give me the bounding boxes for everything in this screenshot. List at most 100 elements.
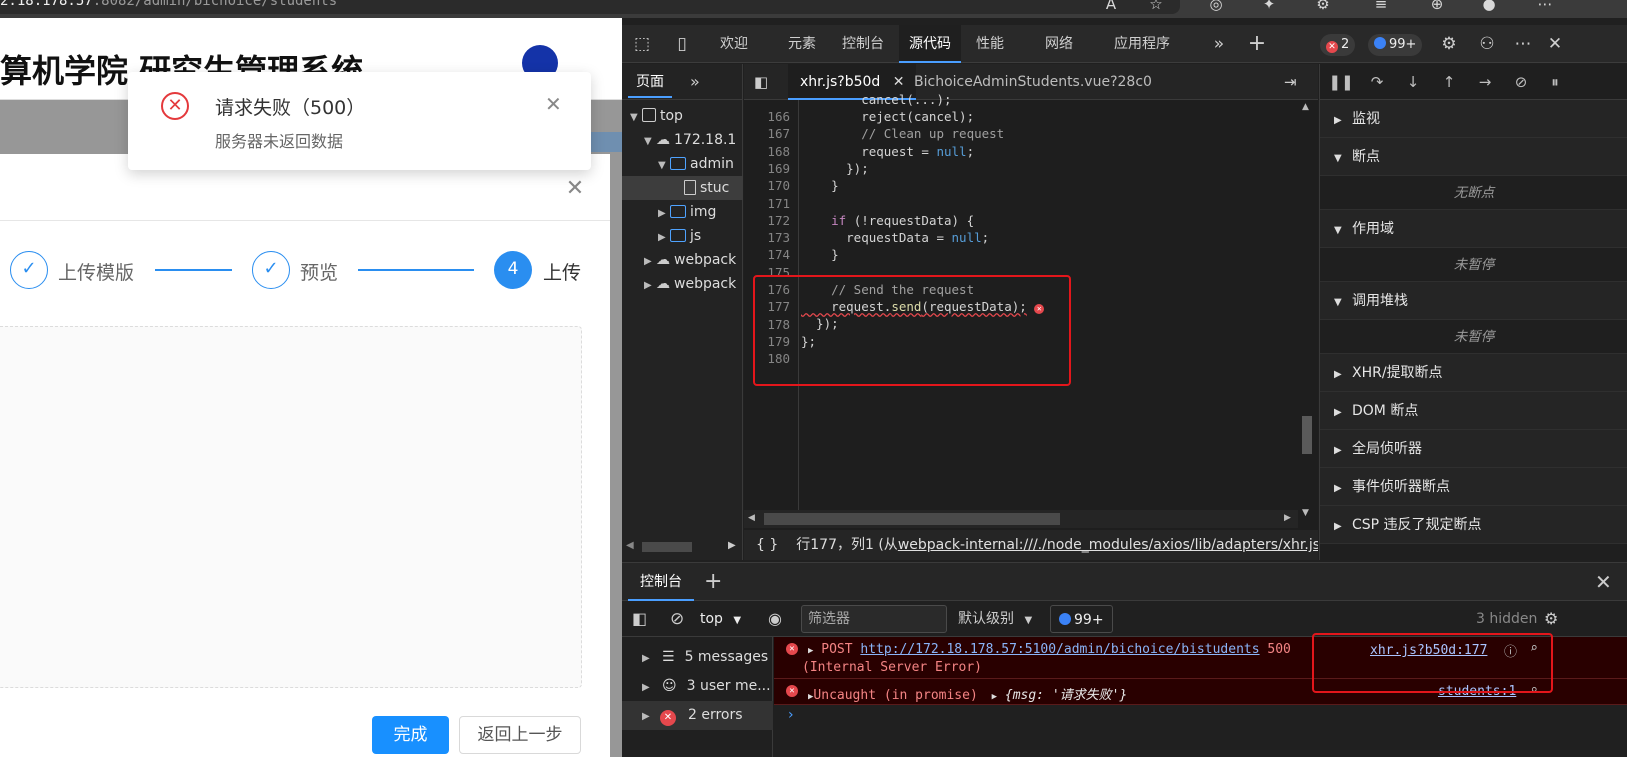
line-number[interactable]: 167 — [750, 125, 790, 142]
upload-area[interactable] — [0, 326, 582, 688]
tab-performance[interactable]: 性能 — [976, 25, 1004, 63]
scroll-down-icon[interactable]: ▼ — [1302, 508, 1309, 518]
error-object[interactable]: {msg: '请求失败'} — [1005, 688, 1127, 703]
tab-network[interactable]: 网络 — [1045, 25, 1073, 63]
scroll-up-icon[interactable]: ▲ — [1302, 102, 1309, 112]
pause-on-exceptions-icon[interactable]: ⏸ — [1542, 64, 1568, 100]
device-emulation-icon[interactable]: ▯ — [670, 25, 694, 63]
expand-icon[interactable]: ▶ — [808, 646, 813, 656]
issues-badge[interactable]: 99+ — [1050, 605, 1113, 633]
debugger-section-header[interactable]: ▶ 监视 — [1320, 100, 1627, 138]
expanded-icon[interactable]: ▼ — [644, 130, 656, 152]
step-icon[interactable]: → — [1472, 64, 1498, 100]
more-icon[interactable]: ⋯ — [1534, 0, 1556, 14]
line-number[interactable]: 166 — [750, 108, 790, 125]
tree-item[interactable]: ▶ ☁ webpack — [622, 248, 743, 272]
scroll-thumb[interactable] — [764, 513, 1060, 525]
tree-item[interactable]: ▼ ☁ 172.18.1 — [622, 128, 743, 152]
clear-console-icon[interactable]: ⊘ — [670, 607, 684, 631]
line-number[interactable]: 170 — [750, 177, 790, 194]
context-select[interactable]: top ▼ — [700, 607, 741, 631]
tree-item[interactable]: ▼ admin — [622, 152, 743, 176]
tab-welcome[interactable]: 欢迎 — [720, 25, 748, 63]
collapsed-icon[interactable]: ▶ — [658, 226, 670, 248]
tab-elements[interactable]: 元素 — [788, 25, 816, 63]
extension-icon[interactable]: ◎ — [1205, 0, 1227, 14]
extension-icon-2[interactable]: ✦ — [1258, 0, 1280, 14]
line-number[interactable]: 172 — [750, 212, 790, 229]
back-button[interactable]: 返回上一步 — [459, 716, 581, 754]
debugger-section-header[interactable]: ▶ 事件侦听器断点 — [1320, 468, 1627, 506]
message-count-badge[interactable]: 99+ — [1368, 34, 1423, 56]
tab-console[interactable]: 控制台 — [842, 25, 884, 63]
debugger-section-header[interactable]: ▼ 调用堆栈 — [1320, 282, 1627, 320]
sidebar-item-user-messages[interactable]: ▶ ☺ 3 user me... — [622, 672, 773, 701]
tree-item[interactable]: ▶ ☁ webpack — [622, 272, 743, 296]
add-drawer-tab-icon[interactable]: + — [704, 563, 722, 601]
navigator-scrollbar[interactable]: ◀ ▶ — [622, 536, 743, 558]
collapsed-icon[interactable]: ▶ — [658, 202, 670, 224]
debugger-section-header[interactable]: ▶ DOM 断点 — [1320, 392, 1627, 430]
tab-page[interactable]: 页面 — [628, 66, 672, 98]
live-expression-eye-icon[interactable]: ◉ — [768, 607, 782, 631]
tree-item[interactable]: ▼ top — [622, 104, 743, 128]
step-over-icon[interactable]: ↷ — [1364, 64, 1390, 100]
debugger-section-header[interactable]: ▶ CSP 违反了规定断点 — [1320, 506, 1627, 544]
source-map-link[interactable]: webpack-internal:///./node_modules/axios… — [898, 537, 1318, 553]
inspect-element-icon[interactable]: ⬚ — [630, 25, 654, 63]
toggle-debugger-icon[interactable]: ⇥ — [1284, 64, 1297, 100]
tree-item[interactable]: stuc — [622, 176, 743, 200]
error-count-badge[interactable]: ✕ 2 — [1320, 34, 1356, 56]
expand-object-icon[interactable]: ▶ — [992, 692, 997, 702]
settings-gear-icon[interactable]: ⚙ — [1438, 25, 1460, 63]
log-levels-select[interactable]: 默认级别 ▼ — [958, 607, 1032, 633]
tab-application[interactable]: 应用程序 — [1114, 25, 1170, 63]
customize-icon[interactable]: ⚇ — [1476, 25, 1498, 63]
finish-button[interactable]: 完成 — [372, 716, 449, 754]
collapsed-icon[interactable]: ▶ — [644, 274, 656, 296]
line-number[interactable]: 169 — [750, 160, 790, 177]
close-devtools-icon[interactable]: ✕ — [1544, 25, 1566, 63]
more-tabs-icon[interactable]: » — [1208, 25, 1230, 63]
editor-vertical-scrollbar[interactable]: ▲ ▼ — [1298, 100, 1316, 520]
more-options-icon[interactable]: ⋯ — [1512, 25, 1534, 63]
debugger-section-header[interactable]: ▶ 全局侦听器 — [1320, 430, 1627, 468]
scroll-right-icon[interactable]: ▶ — [728, 540, 736, 551]
scroll-left-icon[interactable]: ◀ — [748, 513, 755, 523]
profile-avatar-icon[interactable]: ● — [1478, 0, 1500, 14]
add-tab-icon[interactable]: + — [1246, 25, 1268, 63]
tree-item[interactable]: ▶ js — [622, 224, 743, 248]
tab-sources[interactable]: 源代码 — [899, 25, 961, 63]
dialog-close-icon[interactable]: ✕ — [563, 177, 587, 201]
tree-item[interactable]: ▶ img — [622, 200, 743, 224]
collapsed-icon[interactable]: ▶ — [644, 250, 656, 272]
address-bar[interactable]: 2.18.178.57:8082/admin/bichoice/students — [0, 0, 1180, 14]
more-navigators-icon[interactable]: » — [690, 66, 700, 98]
collections-icon[interactable]: ⊕ — [1426, 0, 1448, 14]
debugger-section-header[interactable]: ▶ XHR/提取断点 — [1320, 354, 1627, 392]
debugger-section-header[interactable]: ▼ 断点 — [1320, 138, 1627, 176]
settings-extension-icon[interactable]: ⚙ — [1312, 0, 1334, 14]
pause-icon[interactable]: ❚❚ — [1328, 64, 1354, 100]
read-aloud-icon[interactable]: A — [1100, 0, 1122, 14]
favorites-icon[interactable]: ≡ — [1370, 0, 1392, 14]
editor-horizontal-scrollbar[interactable]: ◀ ▶ — [744, 510, 1298, 528]
scroll-thumb[interactable] — [1302, 416, 1312, 454]
add-favorite-icon[interactable]: ☆ — [1145, 0, 1167, 14]
console-settings-icon[interactable]: ⚙ — [1544, 607, 1558, 631]
request-url[interactable]: http://172.18.178.57:5100/admin/bichoice… — [860, 642, 1259, 657]
filter-input[interactable] — [801, 605, 947, 633]
scroll-thumb[interactable] — [642, 542, 692, 552]
close-tab-icon[interactable]: ✕ — [893, 74, 905, 90]
line-number[interactable]: 174 — [750, 246, 790, 263]
close-drawer-icon[interactable]: ✕ — [1595, 563, 1612, 601]
tab-console-drawer[interactable]: 控制台 — [628, 563, 694, 601]
step-out-icon[interactable]: ↑ — [1436, 64, 1462, 100]
console-prompt-icon[interactable]: › — [788, 707, 794, 723]
expanded-icon[interactable]: ▼ — [630, 106, 642, 128]
line-number[interactable]: 168 — [750, 143, 790, 160]
deactivate-breakpoints-icon[interactable]: ⊘ — [1508, 64, 1534, 100]
expanded-icon[interactable]: ▼ — [658, 154, 670, 176]
scroll-right-icon[interactable]: ▶ — [1284, 513, 1291, 523]
line-number[interactable]: 171 — [750, 195, 790, 212]
